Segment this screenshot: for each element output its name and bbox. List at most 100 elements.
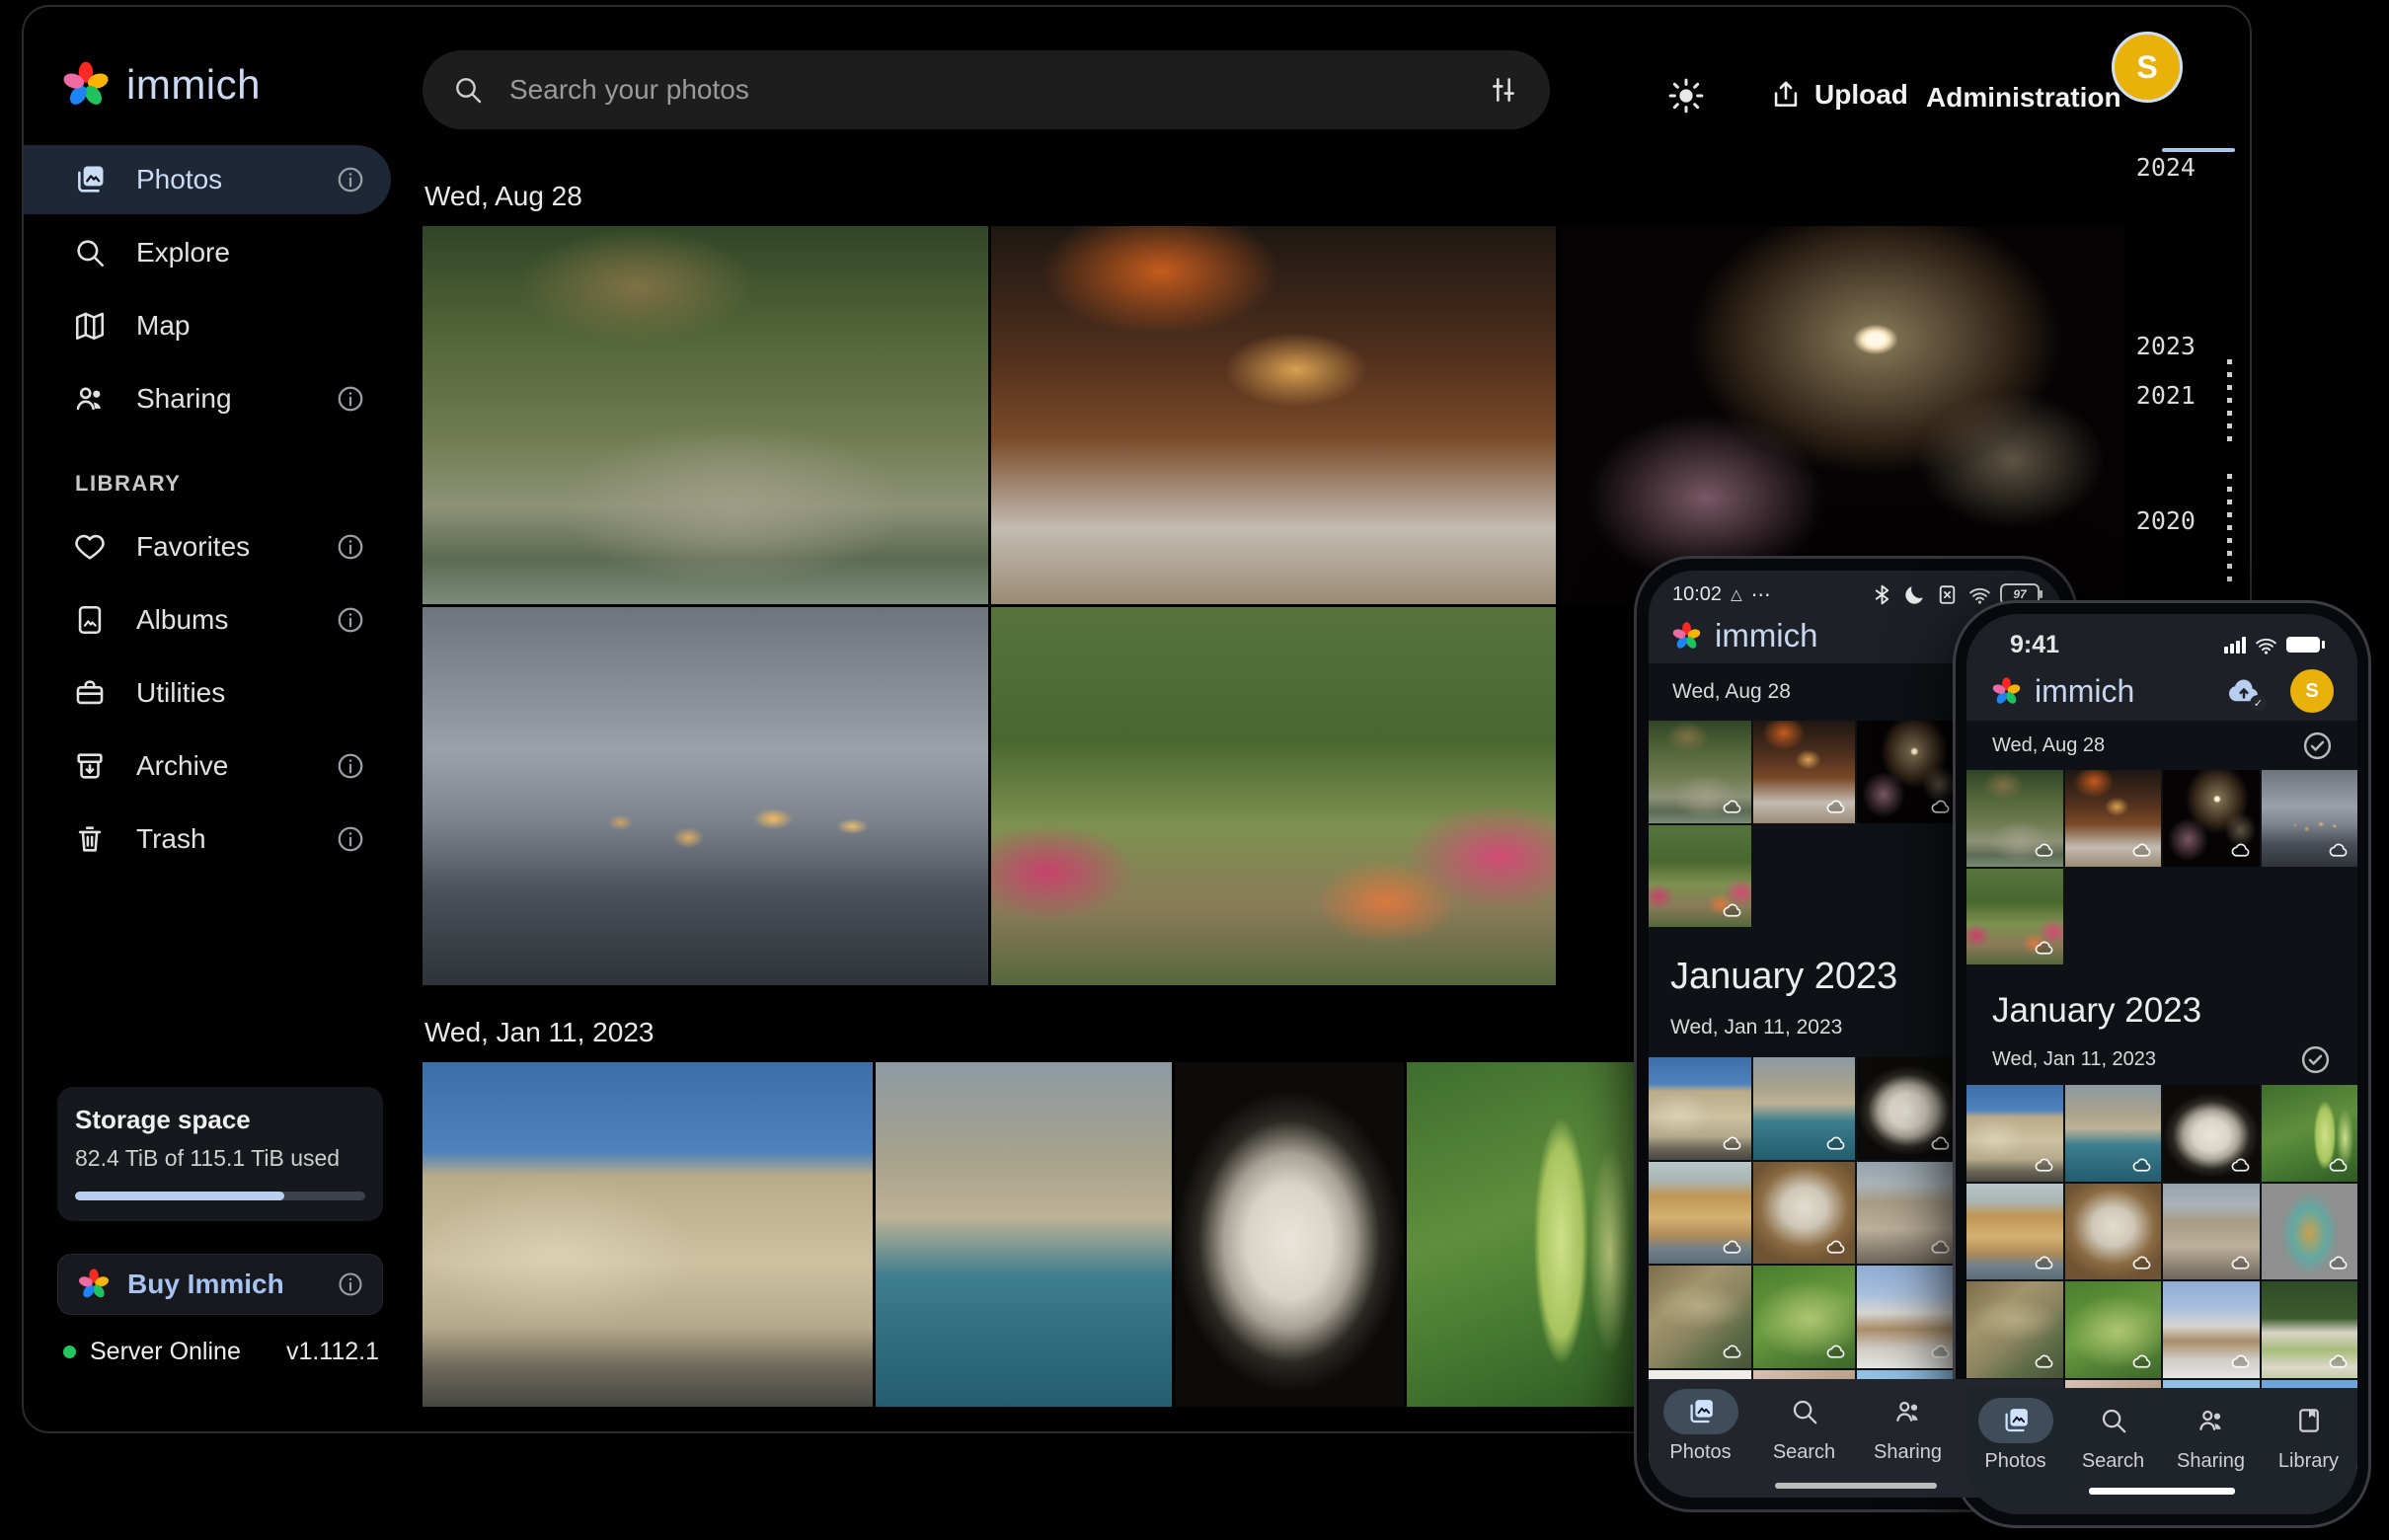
photo-thumbnail-beach[interactable] <box>1966 1184 2063 1280</box>
nav-tab-library[interactable]: Library <box>2272 1398 2347 1473</box>
photo-thumbnail-fire[interactable] <box>1857 721 1960 823</box>
sidebar-item-label: Archive <box>136 750 228 782</box>
photo-thumbnail-lizrock[interactable] <box>1966 1281 2063 1378</box>
photo-thumbnail-alpine[interactable] <box>2262 1281 2358 1378</box>
photo-thumbnail-fort[interactable] <box>1966 1085 2063 1182</box>
timeline-scrubber-position[interactable] <box>2162 148 2235 152</box>
photo-thumbnail-fort[interactable] <box>1649 1057 1751 1160</box>
administration-link[interactable]: Administration <box>1926 82 2121 114</box>
backup-cloud-icon[interactable]: ✓ <box>2225 672 2263 710</box>
app-logo[interactable]: immich <box>59 58 261 112</box>
photo-thumbnail-coast[interactable] <box>1753 1057 1856 1160</box>
nav-tab-sharing[interactable]: Sharing <box>2174 1398 2249 1473</box>
sidebar-item-archive[interactable]: Archive <box>24 732 391 801</box>
photo-thumbnail-beach[interactable] <box>1649 1162 1751 1265</box>
nav-tab-photos[interactable]: Photos <box>1978 1398 2053 1473</box>
timeline-year-2021[interactable]: 2021 <box>2105 381 2196 410</box>
cloud-sync-icon <box>2230 1350 2253 1373</box>
sidebar-item-albums[interactable]: Albums <box>24 585 391 654</box>
home-indicator[interactable] <box>1775 1483 1937 1489</box>
server-status-label: Server Online <box>90 1338 272 1366</box>
upload-label: Upload <box>1814 79 1908 111</box>
cloud-sync-icon <box>1930 1341 1953 1363</box>
sidebar-item-explore[interactable]: Explore <box>24 218 391 287</box>
photo-thumbnail-bust[interactable] <box>1175 1062 1405 1407</box>
photo-thumbnail-bust[interactable] <box>2163 1085 2260 1182</box>
photo-thumbnail-lizmoss[interactable] <box>2065 1281 2162 1378</box>
nav-tab-search[interactable]: Search <box>2076 1398 2151 1473</box>
photo-thumbnail-fire[interactable] <box>1559 226 2124 604</box>
photo-thumbnail-hands[interactable] <box>2262 770 2358 867</box>
info-icon[interactable] <box>336 751 365 781</box>
sidebar-item-map[interactable]: Map <box>24 291 391 360</box>
storage-progress-track <box>75 1192 365 1200</box>
photo-thumbnail-snowy[interactable] <box>1857 1266 1960 1368</box>
nav-tab-label: Search <box>1773 1441 1835 1464</box>
photo-thumbnail-coast[interactable] <box>2065 1085 2162 1182</box>
nav-tab-photos[interactable]: Photos <box>1663 1389 1738 1464</box>
photo-thumbnail-tower[interactable] <box>2262 1184 2358 1280</box>
timeline-year-2023[interactable]: 2023 <box>2105 332 2196 360</box>
photo-thumbnail-zoo[interactable] <box>423 226 988 604</box>
select-all-check-icon[interactable] <box>2299 1043 2332 1076</box>
photo-thumbnail-coast[interactable] <box>876 1062 1172 1407</box>
photo-thumbnail-zoo[interactable] <box>1966 770 2063 867</box>
photo-row <box>423 226 2124 604</box>
photo-thumbnail-sculpt[interactable] <box>1753 1162 1856 1265</box>
sidebar-item-label: Albums <box>136 604 228 636</box>
photo-thumbnail-dinner[interactable] <box>991 226 1557 604</box>
user-avatar[interactable]: S <box>2112 32 2183 103</box>
photo-thumbnail-fire[interactable] <box>2163 770 2260 867</box>
month-heading: January 2023 <box>1992 990 2332 1032</box>
home-indicator[interactable] <box>2089 1488 2235 1495</box>
photo-thumbnail-berry[interactable] <box>1407 1062 1641 1407</box>
wifi-icon <box>2254 633 2278 657</box>
photo-thumbnail-dinner[interactable] <box>1753 721 1856 823</box>
photo-thumbnail-path[interactable] <box>1649 825 1751 928</box>
info-icon[interactable] <box>336 532 365 562</box>
photo-thumbnail-path[interactable] <box>991 607 1557 985</box>
photo-thumbnail-lizmoss[interactable] <box>1753 1266 1856 1368</box>
photo-thumbnail-bust[interactable] <box>1857 1057 1960 1160</box>
night-mode-moon-icon <box>1902 582 1927 607</box>
timeline-year-2020[interactable]: 2020 <box>2105 506 2196 535</box>
filter-icon[interactable] <box>1487 73 1520 107</box>
nav-tab-sharing[interactable]: Sharing <box>1871 1389 1946 1464</box>
theme-toggle-sun-icon[interactable] <box>1666 76 1706 116</box>
info-icon[interactable] <box>336 165 365 194</box>
photo-thumbnail-berry[interactable] <box>2262 1085 2358 1182</box>
info-icon[interactable] <box>336 605 365 635</box>
photo-thumbnail-lizrock[interactable] <box>1649 1266 1751 1368</box>
photo-thumbnail-zoo[interactable] <box>1649 721 1751 823</box>
photo-thumbnail-ruins[interactable] <box>1857 1162 1960 1265</box>
upload-button[interactable]: Upload <box>1769 78 1908 112</box>
photo-thumbnail-path[interactable] <box>1966 869 2063 965</box>
photo-thumbnail-dinner[interactable] <box>2065 770 2162 867</box>
sidebar-item-utilities[interactable]: Utilities <box>24 658 391 728</box>
photo-thumbnail-snowy[interactable] <box>2163 1281 2260 1378</box>
search-input[interactable]: Search your photos <box>423 50 1550 129</box>
signal-icon <box>2224 636 2246 654</box>
month-section: January 2023 Wed, Jan 11, 2023 <box>1966 990 2357 1073</box>
photo-thumbnail-ruins[interactable] <box>2163 1184 2260 1280</box>
photo-thumbnail-sculpt[interactable] <box>2065 1184 2162 1280</box>
select-all-check-icon[interactable] <box>2301 730 2334 762</box>
buy-immich-button[interactable]: Buy Immich <box>57 1254 383 1315</box>
cloud-sync-icon <box>1722 1341 1744 1363</box>
info-icon[interactable] <box>336 824 365 854</box>
sidebar: PhotosExploreMapSharing LIBRARY Favorite… <box>24 145 419 878</box>
sidebar-item-sharing[interactable]: Sharing <box>24 364 391 433</box>
photo-thumbnail-hands[interactable] <box>423 607 988 985</box>
timeline-year-2024[interactable]: 2024 <box>2105 153 2196 182</box>
sidebar-item-trash[interactable]: Trash <box>24 805 391 874</box>
sidebar-item-photos[interactable]: Photos <box>24 145 391 214</box>
buy-immich-label: Buy Immich <box>127 1269 321 1300</box>
status-bar: 9:41 <box>1966 614 2357 661</box>
info-icon[interactable] <box>337 1270 364 1298</box>
sidebar-item-favorites[interactable]: Favorites <box>24 512 391 581</box>
photo-thumbnail-fort[interactable] <box>423 1062 873 1407</box>
user-avatar[interactable]: S <box>2290 669 2334 713</box>
nav-tab-search[interactable]: Search <box>1767 1389 1842 1464</box>
info-icon[interactable] <box>336 384 365 414</box>
immich-flower-icon <box>76 1267 112 1302</box>
